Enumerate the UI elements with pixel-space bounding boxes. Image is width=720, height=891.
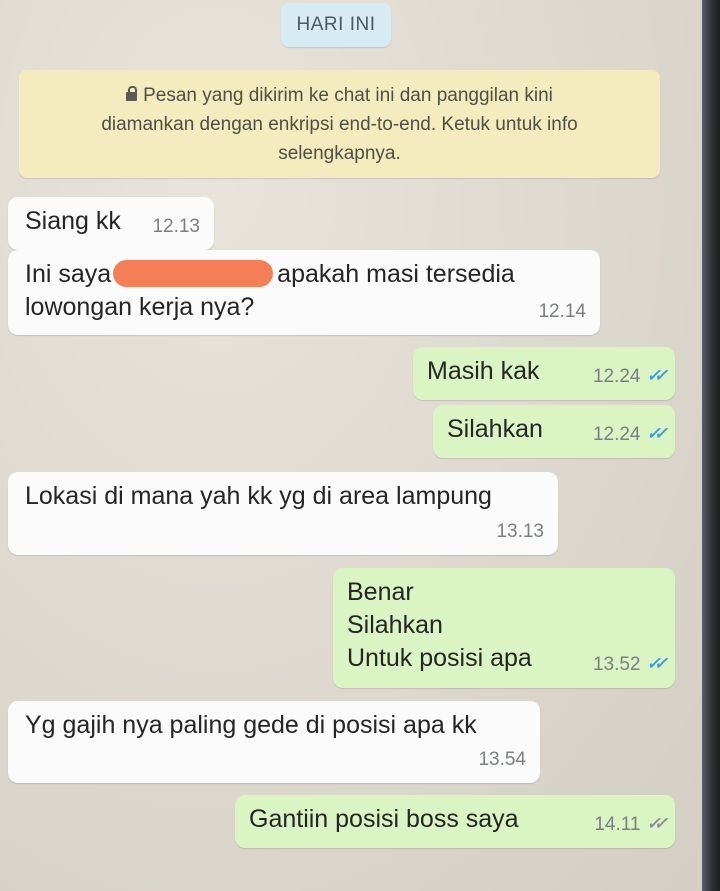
message-text: Ini saya apakah masi tersedia lowongan ke… <box>25 260 515 321</box>
message-meta: 14.11 ✓✓ <box>594 808 668 841</box>
message-time: 12.14 <box>538 301 586 322</box>
lock-icon <box>126 86 138 101</box>
message-text: Masih kak <box>427 357 540 385</box>
message-text: Gantiin posisi boss saya <box>249 805 519 833</box>
date-chip-label: HARI INI <box>296 14 376 35</box>
message-text: Silahkan <box>447 415 543 443</box>
message-text: Benar Silahkan Untuk posisi apa <box>347 578 532 672</box>
message-time: 13.52 <box>592 654 641 675</box>
encryption-notice-line-2: diamankan dengan enkripsi end-to-end. Ke… <box>101 114 578 135</box>
encryption-notice-line-3: selengkapnya. <box>278 143 401 164</box>
double-check-icon: ✓✓ <box>646 814 668 833</box>
message-meta: 12.24 ✓✓ <box>592 360 668 393</box>
message-bubble-outgoing[interactable]: Benar Silahkan Untuk posisi apa 13.52 ✓✓ <box>333 568 675 688</box>
message-bubble-incoming[interactable]: Ini saya apakah masi tersedia lowongan ke… <box>8 250 600 335</box>
message-text: Siang kk <box>25 207 121 235</box>
message-bubble-incoming[interactable]: Lokasi di mana yah kk yg di area lampung… <box>8 472 558 555</box>
encryption-notice[interactable]: Pesan yang dikirim ke chat ini dan pangg… <box>19 70 660 178</box>
device-frame-edge <box>702 0 720 891</box>
redacted-name <box>113 260 274 287</box>
message-time: 12.13 <box>152 216 200 237</box>
message-bubble-incoming[interactable]: Yg gajih nya paling gede di posisi apa k… <box>8 701 540 783</box>
message-meta: 13.52 ✓✓ <box>592 648 668 681</box>
message-time: 13.54 <box>478 749 526 770</box>
message-time: 12.24 <box>592 366 641 387</box>
message-bubble-outgoing[interactable]: Masih kak 12.24 ✓✓ <box>413 347 675 400</box>
message-time: 12.24 <box>592 424 641 445</box>
encryption-notice-line-1: Pesan yang dikirim ke chat ini dan pangg… <box>45 81 634 110</box>
message-text: Lokasi di mana yah kk yg di area lampung <box>25 482 492 510</box>
message-text: Yg gajih nya paling gede di posisi apa k… <box>25 711 477 739</box>
message-bubble-incoming[interactable]: Siang kk 12.13 <box>8 197 214 250</box>
date-chip: HARI INI <box>281 3 391 47</box>
double-check-icon: ✓✓ <box>646 366 668 385</box>
message-bubble-outgoing[interactable]: Silahkan 12.24 ✓✓ <box>433 405 675 458</box>
message-time: 13.13 <box>496 521 544 542</box>
message-time: 14.11 <box>594 814 641 835</box>
message-bubble-outgoing[interactable]: Gantiin posisi boss saya 14.11 ✓✓ <box>235 795 675 848</box>
double-check-icon: ✓✓ <box>646 654 668 673</box>
message-meta: 12.24 ✓✓ <box>592 418 668 451</box>
double-check-icon: ✓✓ <box>646 424 668 443</box>
